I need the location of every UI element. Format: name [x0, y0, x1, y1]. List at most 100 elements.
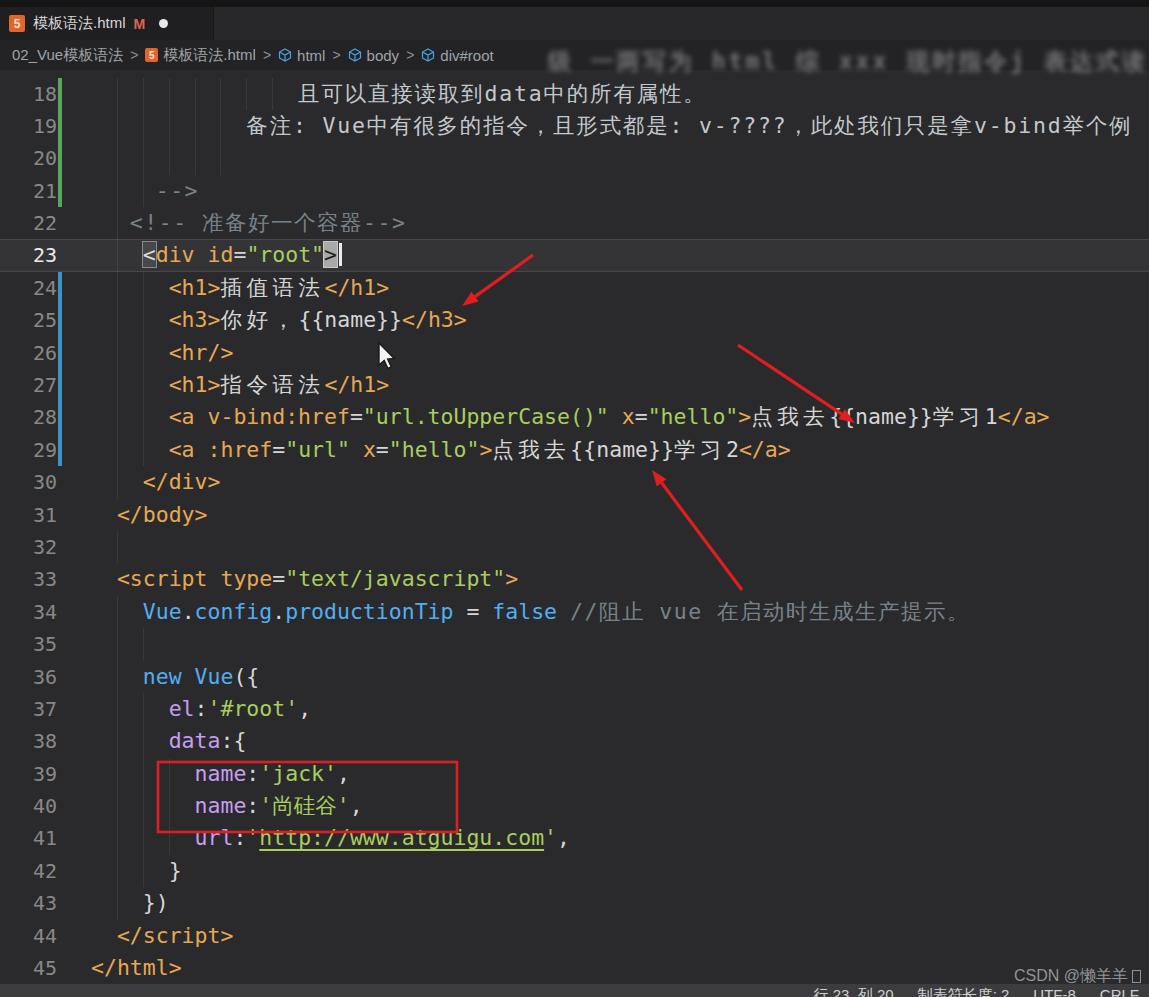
code-token: . [272, 599, 285, 624]
line-number: 32 [0, 531, 57, 563]
code-token: x [622, 404, 635, 429]
code-token: ({ [233, 664, 259, 689]
code-line-24[interactable]: 24 <h1>插值语法</h1> [0, 272, 1149, 304]
code-line-18[interactable]: 18 且可以直接读取到data中的所有属性。 [0, 78, 1149, 110]
code-token: </html> [91, 955, 182, 980]
code-line-23[interactable]: 23 <div id="root"> [0, 239, 1149, 271]
code-token: 2 [726, 437, 739, 462]
status-encoding[interactable]: UTF-8 [1033, 986, 1076, 997]
code-token: Vue [143, 599, 182, 624]
line-number: 28 [0, 401, 57, 433]
breadcrumb-symbol-body[interactable]: body [348, 47, 400, 64]
code-line-33[interactable]: 33 <script type="text/javascript"> [0, 563, 1149, 595]
code-token: = [272, 566, 285, 591]
code-token: "hello" [648, 404, 739, 429]
code-token: productionTip [285, 599, 453, 624]
code-token: 点我去 [751, 404, 829, 429]
breadcrumb-file[interactable]: 5模板语法.html [145, 46, 256, 65]
code-token: <a [169, 437, 195, 462]
code-token: {{name}} [298, 307, 402, 332]
code-line-43[interactable]: 43 }) [0, 887, 1149, 919]
code-line-26[interactable]: 26 <hr/> [0, 337, 1149, 369]
code-text: url:'http://www.atguigu.com', [91, 822, 570, 854]
code-line-44[interactable]: 44 </script> [0, 920, 1149, 952]
breadcrumb-symbol-divroot[interactable]: div#root [421, 47, 493, 64]
code-line-20[interactable]: 20 [0, 142, 1149, 174]
code-token: : [195, 696, 208, 721]
status-tab-size[interactable]: 制表符长度: 2 [918, 986, 1010, 997]
code-token: : [233, 825, 246, 850]
code-line-35[interactable]: 35 [0, 628, 1149, 660]
code-token: "root" [246, 242, 324, 267]
code-token: <hr/> [169, 340, 234, 365]
code-text: name:'尚硅谷', [91, 790, 363, 822]
line-number: 38 [0, 725, 57, 757]
code-line-34[interactable]: 34 Vue.config.productionTip = false //阻止… [0, 596, 1149, 628]
code-line-27[interactable]: 27 <h1>指令语法</h1> [0, 369, 1149, 401]
code-line-32[interactable]: 32 [0, 531, 1149, 563]
code-text: <h1>指令语法</h1> [91, 369, 389, 401]
code-line-21[interactable]: 21 --> [0, 175, 1149, 207]
code-text: } [91, 855, 182, 887]
code-line-42[interactable]: 42 } [0, 855, 1149, 887]
line-number: 37 [0, 693, 57, 725]
code-line-22[interactable]: 22 <!-- 准备好一个容器--> [0, 207, 1149, 239]
code-line-29[interactable]: 29 <a :href="url" x="hello">点我去{{name}}学… [0, 434, 1149, 466]
code-line-30[interactable]: 30 </div> [0, 466, 1149, 498]
line-number: 26 [0, 337, 57, 369]
code-token: > [738, 404, 751, 429]
code-text: </script> [91, 920, 233, 952]
video-ghost-text: 级 一两写为 html 综 xxx 现时指令j 表达式读 [548, 46, 1149, 74]
code-token [609, 404, 622, 429]
status-eol[interactable]: CRLF [1100, 986, 1139, 997]
code-line-41[interactable]: 41 url:'http://www.atguigu.com', [0, 822, 1149, 854]
breadcrumb-separator: > [332, 47, 340, 63]
code-line-37[interactable]: 37 el:'#root', [0, 693, 1149, 725]
line-number: 30 [0, 466, 57, 498]
indent-guide [220, 142, 221, 174]
code-token: --> [156, 178, 199, 203]
code-line-19[interactable]: 19 备注: Vue中有很多的指令，且形式都是: v-????，此处我们只是拿v… [0, 110, 1149, 142]
code-token: <a [169, 404, 195, 429]
code-line-45[interactable]: 45</html> [0, 952, 1149, 984]
code-token: '#root' [208, 696, 299, 721]
code-token: 你好， [220, 307, 298, 332]
code-line-40[interactable]: 40 name:'尚硅谷', [0, 790, 1149, 822]
symbol-cube-icon [421, 48, 435, 62]
code-token: = [635, 404, 648, 429]
code-token: "text/javascript" [285, 566, 505, 591]
breadcrumb-folder[interactable]: 02_Vue模板语法 [12, 46, 123, 65]
line-number: 23 [0, 239, 57, 271]
code-line-36[interactable]: 36 new Vue({ [0, 661, 1149, 693]
breadcrumb-symbol-html[interactable]: html [278, 47, 325, 64]
tab-active[interactable]: 5 模板语法.html M [0, 7, 214, 40]
code-text: <!-- 准备好一个容器--> [91, 207, 406, 239]
code-token: 点我去 [492, 437, 570, 462]
code-token: </a> [998, 404, 1050, 429]
status-cursor-position[interactable]: 行 23, 列 20 [814, 986, 894, 997]
line-number: 41 [0, 822, 57, 854]
code-token: v-bind:href [208, 404, 350, 429]
code-line-38[interactable]: 38 data:{ [0, 725, 1149, 757]
tab-unsaved-dot-icon[interactable] [159, 19, 168, 28]
line-number: 22 [0, 207, 57, 239]
tab-title: 模板语法.html [33, 14, 126, 33]
code-text: <div id="root"> [91, 239, 342, 271]
line-number: 18 [0, 78, 57, 110]
code-text: <h3>你好，{{name}}</h3> [91, 304, 467, 336]
code-text: }) [91, 887, 169, 919]
code-token: url [195, 825, 234, 850]
code-line-25[interactable]: 25 <h3>你好，{{name}}</h3> [0, 304, 1149, 336]
code-text: Vue.config.productionTip = false //阻止 vu… [91, 596, 970, 628]
line-number: 43 [0, 887, 57, 919]
code-line-31[interactable]: 31 </body> [0, 499, 1149, 531]
code-token: : [246, 761, 259, 786]
git-gutter-bar [58, 78, 62, 208]
code-line-39[interactable]: 39 name:'jack', [0, 758, 1149, 790]
code-token: , [337, 761, 350, 786]
code-line-28[interactable]: 28 <a v-bind:href="url.toUpperCase()" x=… [0, 401, 1149, 433]
code-token: 'jack' [259, 761, 337, 786]
code-token: '尚硅谷' [259, 793, 349, 818]
code-token [557, 599, 570, 624]
line-number: 34 [0, 596, 57, 628]
